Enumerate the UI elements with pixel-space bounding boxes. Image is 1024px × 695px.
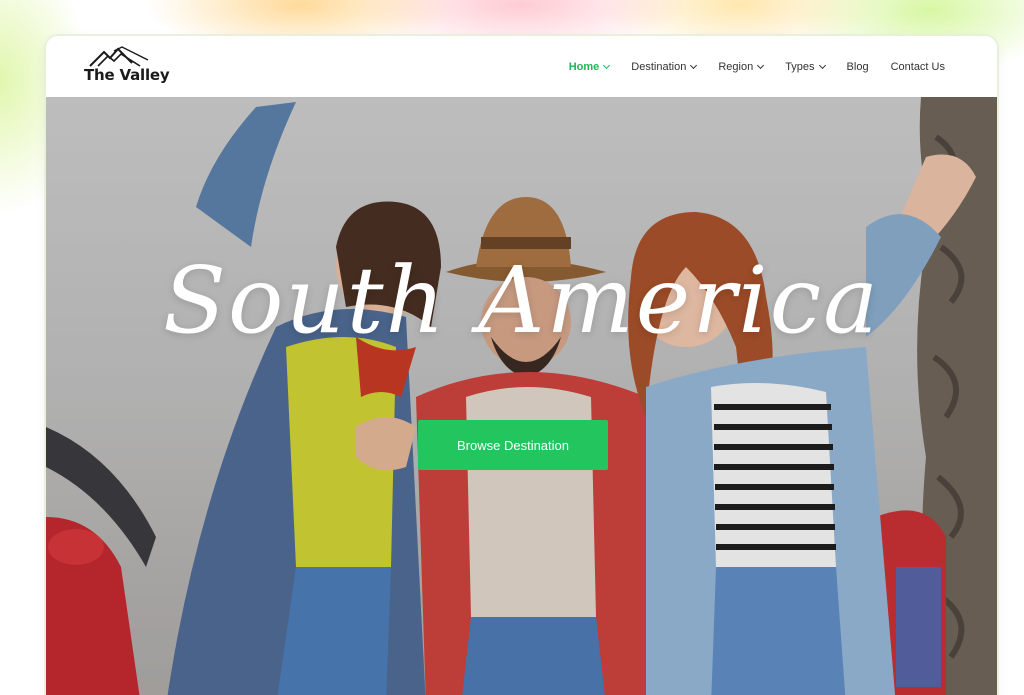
nav-item-contact[interactable]: Contact Us (891, 61, 945, 73)
nav-item-blog[interactable]: Blog (847, 61, 869, 73)
nav-item-home[interactable]: Home (568, 60, 611, 73)
nav-item-label: Destination (631, 60, 687, 73)
chevron-down-icon (603, 61, 611, 69)
nav-item-label: Region (718, 60, 754, 73)
site-header: The Valley Home Destination Region Types… (46, 36, 997, 97)
mountain-logo-icon (89, 46, 149, 67)
nav-item-label: Contact Us (890, 60, 945, 73)
site-logo[interactable]: The Valley (84, 46, 184, 88)
browser-frame: The Valley Home Destination Region Types… (46, 36, 997, 695)
nav-item-label: Home (568, 60, 600, 73)
hero-banner: South America Browse Destination (46, 97, 997, 695)
browse-destination-button[interactable]: Browse Destination (418, 420, 608, 470)
hero-photo (46, 97, 997, 695)
logo-text: The Valley (84, 66, 170, 84)
nav-item-label: Blog (846, 60, 869, 73)
nav-item-label: Types (785, 60, 815, 73)
nav-item-types[interactable]: Types (785, 60, 826, 73)
hero-title: South America (162, 247, 881, 354)
chevron-down-icon (690, 61, 698, 69)
nav-item-region[interactable]: Region (718, 60, 765, 73)
chevron-down-icon (757, 61, 765, 69)
main-nav: Home Destination Region Types Blog Conta… (569, 36, 945, 97)
chevron-down-icon (818, 61, 826, 69)
nav-item-destination[interactable]: Destination (631, 60, 698, 73)
